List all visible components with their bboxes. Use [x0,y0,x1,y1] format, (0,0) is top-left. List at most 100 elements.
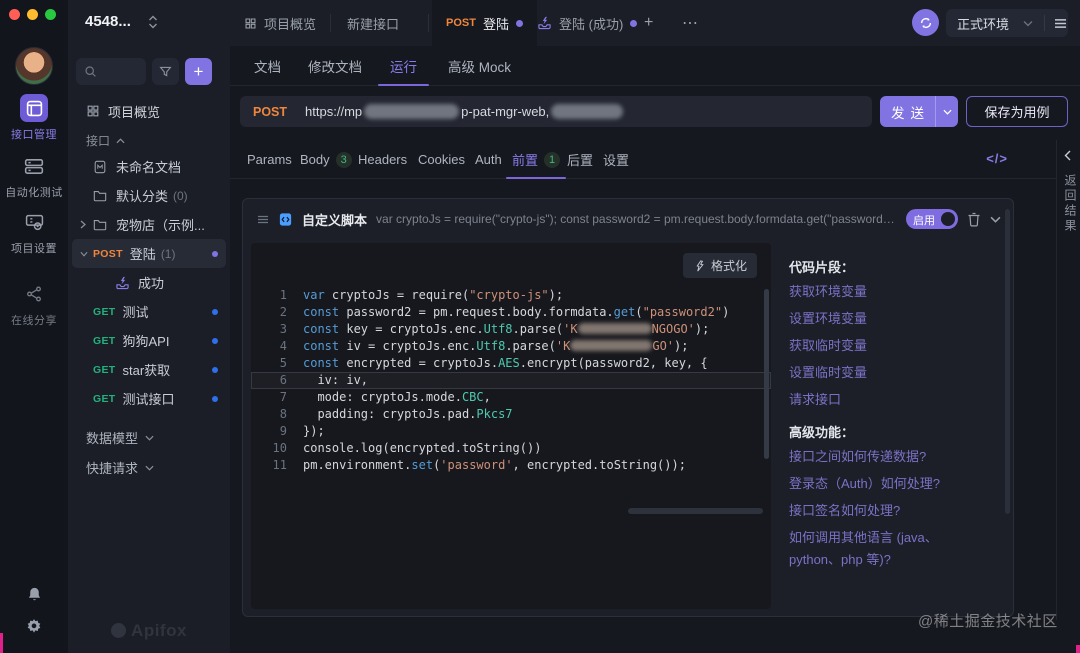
req-tab-Cookies[interactable]: Cookies [418,140,465,179]
maximize-window-button[interactable] [45,9,56,20]
section-api[interactable]: 接口 [86,132,125,149]
code-view-icon[interactable]: </> [986,151,1008,166]
req-tab-设置[interactable]: 设置 [603,140,629,179]
sync-icon[interactable] [912,9,939,36]
tree-item-默认分类[interactable]: 默认分类(0) [72,181,226,210]
help-scrollbar[interactable] [1005,209,1010,514]
minimize-window-button[interactable] [27,9,38,20]
drag-handle-icon[interactable] [257,215,269,224]
code-token: GO' [652,339,674,353]
tree-item-测试接口[interactable]: GET测试接口 [72,384,226,413]
tree-item-宠物店（示例...[interactable]: 宠物店（示例... [72,210,226,239]
snippet-link[interactable]: 获取环境变量 [789,281,1009,308]
tree-item-狗狗API[interactable]: GET狗狗API [72,326,226,355]
code-editor[interactable]: 格式化 1var cryptoJs = require("crypto-js")… [251,243,771,609]
delete-trash-icon[interactable] [967,212,981,227]
result-strip[interactable]: 返回结果 [1056,140,1080,620]
req-tab-Body[interactable]: Body3 [300,140,352,179]
environment-selector[interactable]: 正式环境 [946,9,1068,37]
code-token: ( [635,305,642,319]
code-line[interactable]: 3const key = cryptoJs.enc.Utf8.parse('KN… [251,321,771,338]
code-token: CBC [462,390,484,404]
tree-item-登陆[interactable]: POST登陆(1) [72,239,226,268]
close-window-button[interactable] [9,9,20,20]
result-strip-label[interactable]: 返回结果 [1062,174,1079,234]
send-options-chevron-icon[interactable] [935,96,958,127]
request-url-bar[interactable]: POST https://mp p-pat-mgr-web, [240,96,872,127]
snippet-link[interactable]: 请求接口 [789,389,1009,416]
code-line[interactable]: 2const password2 = pm.request.body.formd… [251,304,771,321]
advanced-link[interactable]: 如何调用其他语言 (java、python、php 等)? [789,527,985,571]
code-token: Pkcs7 [476,407,512,421]
code-line[interactable]: 4const iv = cryptoJs.enc.Utf8.parse('KGO… [251,338,771,355]
snippet-link[interactable]: 获取临时变量 [789,335,1009,362]
save-as-case-button[interactable]: 保存为用例 [966,96,1068,127]
req-tab-Auth[interactable]: Auth [475,140,502,179]
new-tab-button[interactable]: + [630,0,667,46]
advanced-link[interactable]: 接口之间如何传递数据? [789,446,985,468]
notifications-bell-icon[interactable] [0,586,68,603]
enable-toggle[interactable]: 启用 [906,209,958,229]
code-line[interactable]: 5const encrypted = cryptoJs.AES.encrypt(… [251,355,771,372]
toggle-knob [941,212,955,226]
code-text: pm.environment.set('password', encrypted… [287,457,686,474]
sidebar-item-project-overview[interactable]: 项目概览 [76,98,222,124]
rail-item-automation[interactable]: 自动化测试 [0,152,68,200]
req-tab-label: Body [300,152,330,167]
tree-item-label: 未命名文档 [116,157,181,176]
tree-item-成功[interactable]: 成功 [72,268,226,297]
code-line[interactable]: 1var cryptoJs = require("crypto-js"); [251,287,771,304]
req-tab-Headers[interactable]: Headers [358,140,407,179]
tree-item-label: star获取 [123,360,171,379]
window-controls[interactable] [9,9,56,20]
code-line[interactable]: 10console.log(encrypted.toString()) [251,440,771,457]
avatar[interactable] [15,47,53,85]
rail-item-project-settings[interactable]: 项目设置 [0,208,68,256]
req-tab-前置[interactable]: 前置1 [512,140,560,179]
tab-项目概览[interactable]: 项目概览 [230,0,330,46]
request-method[interactable]: POST [240,105,305,119]
caret-down-icon[interactable] [80,251,90,257]
search-input[interactable] [76,58,146,85]
more-tabs-button[interactable]: ⋯ [668,0,712,46]
code-line[interactable]: 6 iv: iv, [251,372,771,389]
tree-item-未命名文档[interactable]: 未命名文档 [72,152,226,181]
project-switcher-icon[interactable] [148,14,158,30]
tree-item-测试[interactable]: GET测试 [72,297,226,326]
req-tab-Params[interactable]: Params [247,140,292,179]
doc-tab-文档[interactable]: 文档 [254,46,281,86]
add-button[interactable]: + [185,58,212,85]
doc-tab-运行[interactable]: 运行 [390,46,417,86]
doc-tab-修改文档[interactable]: 修改文档 [308,46,362,86]
tab-新建接口[interactable]: 新建接口 [333,0,413,46]
code-token: key = cryptoJs.enc. [339,322,484,336]
advanced-link[interactable]: 接口签名如何处理? [789,500,985,522]
filter-button[interactable] [152,58,179,85]
collapse-panel-chevron-icon[interactable] [990,216,1001,223]
send-button[interactable]: 发送 [880,96,958,127]
snippet-link[interactable]: 设置临时变量 [789,362,1009,389]
project-name[interactable]: 4548... [85,13,131,30]
rail-item-api-manage[interactable]: 接口管理 [0,94,68,142]
tree-item-star获取[interactable]: GETstar获取 [72,355,226,384]
code-line[interactable]: 8 padding: cryptoJs.pad.Pkcs7 [251,406,771,423]
code-line[interactable]: 9}); [251,423,771,440]
tab-登陆[interactable]: POST登陆 [432,0,537,46]
code-line[interactable]: 7 mode: cryptoJs.mode.CBC, [251,389,771,406]
editor-scrollbar[interactable] [764,289,769,459]
caret-right-icon[interactable] [80,220,90,229]
request-url[interactable]: https://mp p-pat-mgr-web, [305,104,623,119]
advanced-link[interactable]: 登录态（Auth）如何处理? [789,473,985,495]
rail-item-online-share[interactable]: 在线分享 [0,280,68,328]
horizontal-scrollbar[interactable] [628,508,763,514]
sidebar-section-data-models[interactable]: 数据模型 [86,428,154,447]
code-line[interactable]: 11pm.environment.set('password', encrypt… [251,457,771,474]
snippet-link[interactable]: 设置环境变量 [789,308,1009,335]
format-button[interactable]: 格式化 [683,253,757,278]
code-text: mode: cryptoJs.mode.CBC, [287,389,491,406]
sidebar-section-quick-requests[interactable]: 快捷请求 [86,458,154,477]
doc-tab-高级 Mock[interactable]: 高级 Mock [448,46,511,86]
expand-results-chevron-icon[interactable] [1064,150,1071,161]
settings-gear-icon[interactable] [0,618,68,636]
req-tab-后置[interactable]: 后置 [567,140,593,179]
